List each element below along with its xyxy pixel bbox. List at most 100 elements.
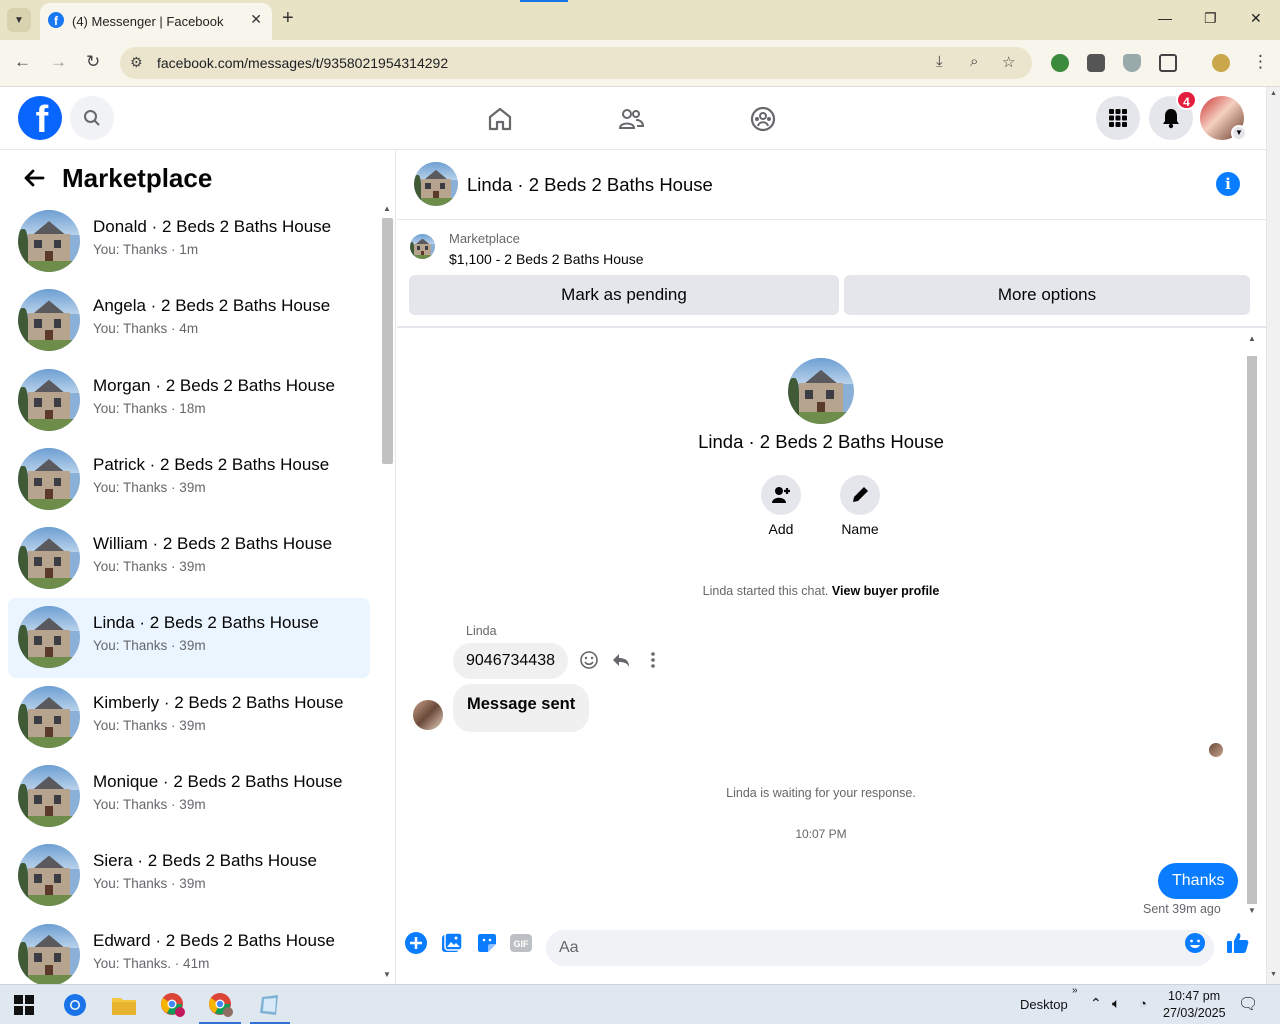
desktop-toolbar-label[interactable]: Desktop [1020, 997, 1068, 1012]
zoom-icon[interactable]: ⌕ [970, 53, 978, 70]
conversation-avatar[interactable] [18, 210, 80, 272]
home-icon[interactable] [482, 101, 518, 137]
conversation-item[interactable]: Edward · 2 Beds 2 Baths House You: Thanks… [8, 916, 370, 984]
conversation-avatar[interactable] [18, 447, 80, 510]
back-button[interactable]: ← [14, 52, 31, 72]
windows-start-icon[interactable] [10, 991, 38, 1019]
sender-avatar[interactable] [413, 700, 443, 730]
sticker-icon[interactable] [475, 931, 499, 955]
conversation-item[interactable]: Monique · 2 Beds 2 Baths House You: Thank… [8, 757, 370, 836]
account-chevron-down-icon[interactable]: ▼ [1231, 125, 1247, 141]
browser-menu-icon[interactable]: ⋮ [1252, 52, 1269, 72]
sidebar-scroll-thumb[interactable] [382, 218, 393, 464]
add-person-icon[interactable] [761, 475, 801, 515]
sidebar-scrollbar[interactable]: ▲ ▼ [380, 202, 395, 984]
conversation-item[interactable]: Siera · 2 Beds 2 Baths House You: Thanks … [8, 836, 370, 915]
tray-chevron-up-icon[interactable]: ⌃ [1090, 995, 1102, 1012]
new-tab-button[interactable]: + [282, 8, 294, 28]
notification-center-icon[interactable]: 🗨︎ [1238, 994, 1258, 1014]
minimize-button[interactable]: — [1158, 10, 1172, 26]
bookmark-star-icon[interactable]: ☆ [1002, 53, 1015, 71]
groups-icon[interactable] [745, 101, 781, 137]
listing-thumbnail[interactable] [410, 234, 435, 259]
volume-icon[interactable]: 🔈︎ [1112, 995, 1120, 1012]
emoji-icon[interactable] [1183, 931, 1207, 955]
file-explorer-icon[interactable] [110, 991, 138, 1019]
notepad-app-icon[interactable] [256, 991, 284, 1019]
conversation-item[interactable]: William · 2 Beds 2 Baths House You: Thank… [8, 519, 370, 598]
site-settings-icon[interactable]: ⚙ [130, 54, 143, 71]
name-label: Name [841, 521, 879, 537]
chrome-profile-app-icon[interactable] [159, 991, 187, 1019]
chat-scroll-thumb[interactable] [1247, 356, 1257, 904]
conversation-item[interactable]: Linda · 2 Beds 2 Baths House You: Thanks … [8, 598, 370, 678]
mark-as-pending-button[interactable]: Mark as pending [409, 275, 839, 315]
message-input[interactable] [546, 930, 1214, 966]
svg-text:GIF: GIF [514, 939, 530, 949]
tab-close-icon[interactable]: ✕ [250, 11, 262, 28]
tab-search-button[interactable]: ▼ [7, 8, 31, 32]
conversation-avatar[interactable] [18, 844, 80, 907]
conversation-item[interactable]: Patrick · 2 Beds 2 Baths House You: Thank… [8, 440, 370, 519]
conversation-avatar[interactable] [18, 606, 80, 669]
install-app-icon[interactable]: ⤓ [936, 53, 943, 70]
message-thread: Linda · 2 Beds 2 Baths House Add Name Li… [397, 328, 1266, 916]
extension-shield-icon[interactable] [1123, 54, 1141, 72]
friends-icon[interactable] [613, 101, 649, 137]
extension-robot-icon[interactable] [1087, 54, 1105, 72]
chat-header-title[interactable]: Linda · 2 Beds 2 Baths House [467, 174, 713, 196]
url-text[interactable]: facebook.com/messages/t/9358021954314292 [157, 55, 448, 71]
conversation-avatar[interactable] [18, 368, 80, 431]
sidebar-title: Marketplace [62, 163, 213, 193]
marketplace-label: Marketplace [449, 231, 520, 246]
incoming-message-bubble[interactable]: Message sent [453, 684, 590, 732]
toolbar-expand-icon[interactable]: » [1072, 985, 1078, 996]
browser-tab[interactable]: f (4) Messenger | Facebook ✕ [40, 3, 272, 40]
conversation-avatar[interactable] [18, 527, 80, 590]
search-icon[interactable] [70, 96, 114, 140]
conversation-item[interactable]: Angela · 2 Beds 2 Baths House You: Thanks… [8, 281, 370, 360]
address-bar[interactable]: ⚙ facebook.com/messages/t/93580219543142… [120, 47, 1032, 79]
facebook-logo-icon[interactable]: f [18, 96, 62, 140]
react-smiley-icon[interactable] [579, 650, 599, 675]
plus-circle-icon[interactable] [404, 931, 428, 955]
clock-time[interactable]: 10:47 pm [1168, 989, 1220, 1003]
incoming-message-bubble[interactable]: 9046734438 [453, 643, 568, 679]
forward-button[interactable]: → [50, 52, 67, 72]
pencil-icon[interactable] [840, 475, 880, 515]
conversation-avatar[interactable] [18, 923, 80, 984]
listing-title[interactable]: $1,100 - 2 Beds 2 Baths House [449, 251, 644, 267]
menu-grid-icon[interactable] [1096, 96, 1140, 140]
conversation-item[interactable]: Donald · 2 Beds 2 Baths House You: Thanks… [8, 202, 370, 281]
chat-header-avatar[interactable] [414, 162, 458, 206]
photo-icon[interactable] [440, 931, 464, 955]
conversation-avatar[interactable] [18, 289, 80, 352]
reply-icon[interactable] [611, 650, 631, 675]
conversation-item[interactable]: Kimberly · 2 Beds 2 Baths House You: Than… [8, 678, 370, 757]
page-scrollbar[interactable]: ▲ ▼ [1266, 87, 1280, 984]
conversation-avatar[interactable] [18, 765, 80, 828]
add-people-action[interactable]: Add [741, 475, 821, 537]
network-icon[interactable]: ◔ [1139, 996, 1147, 1011]
thumbs-up-icon[interactable] [1226, 931, 1250, 955]
info-icon[interactable]: i [1216, 172, 1240, 196]
extensions-puzzle-icon[interactable] [1159, 54, 1177, 72]
chrome-app-icon[interactable] [61, 991, 89, 1019]
view-buyer-profile-link[interactable]: View buyer profile [832, 584, 939, 598]
chat-scrollbar[interactable]: ▲ ▼ [1245, 332, 1259, 916]
clock-date[interactable]: 27/03/2025 [1163, 1006, 1226, 1020]
restore-button[interactable]: ❐ [1204, 10, 1217, 27]
more-vertical-icon[interactable] [643, 650, 663, 675]
extension-globe-icon[interactable] [1051, 54, 1069, 72]
conversation-avatar[interactable] [18, 685, 80, 748]
reload-button[interactable]: ↻ [86, 52, 100, 72]
outgoing-message-bubble[interactable]: Thanks [1158, 863, 1239, 899]
conversation-item[interactable]: Morgan · 2 Beds 2 Baths House You: Thanks… [8, 361, 370, 440]
more-options-button[interactable]: More options [844, 275, 1250, 315]
gif-icon[interactable]: GIF [509, 931, 533, 955]
chrome-active-app-icon[interactable] [207, 991, 235, 1019]
browser-profile-icon[interactable] [1212, 54, 1230, 72]
name-chat-action[interactable]: Name [820, 475, 900, 537]
close-window-button[interactable]: ✕ [1250, 10, 1262, 27]
back-arrow-icon[interactable] [22, 166, 46, 197]
